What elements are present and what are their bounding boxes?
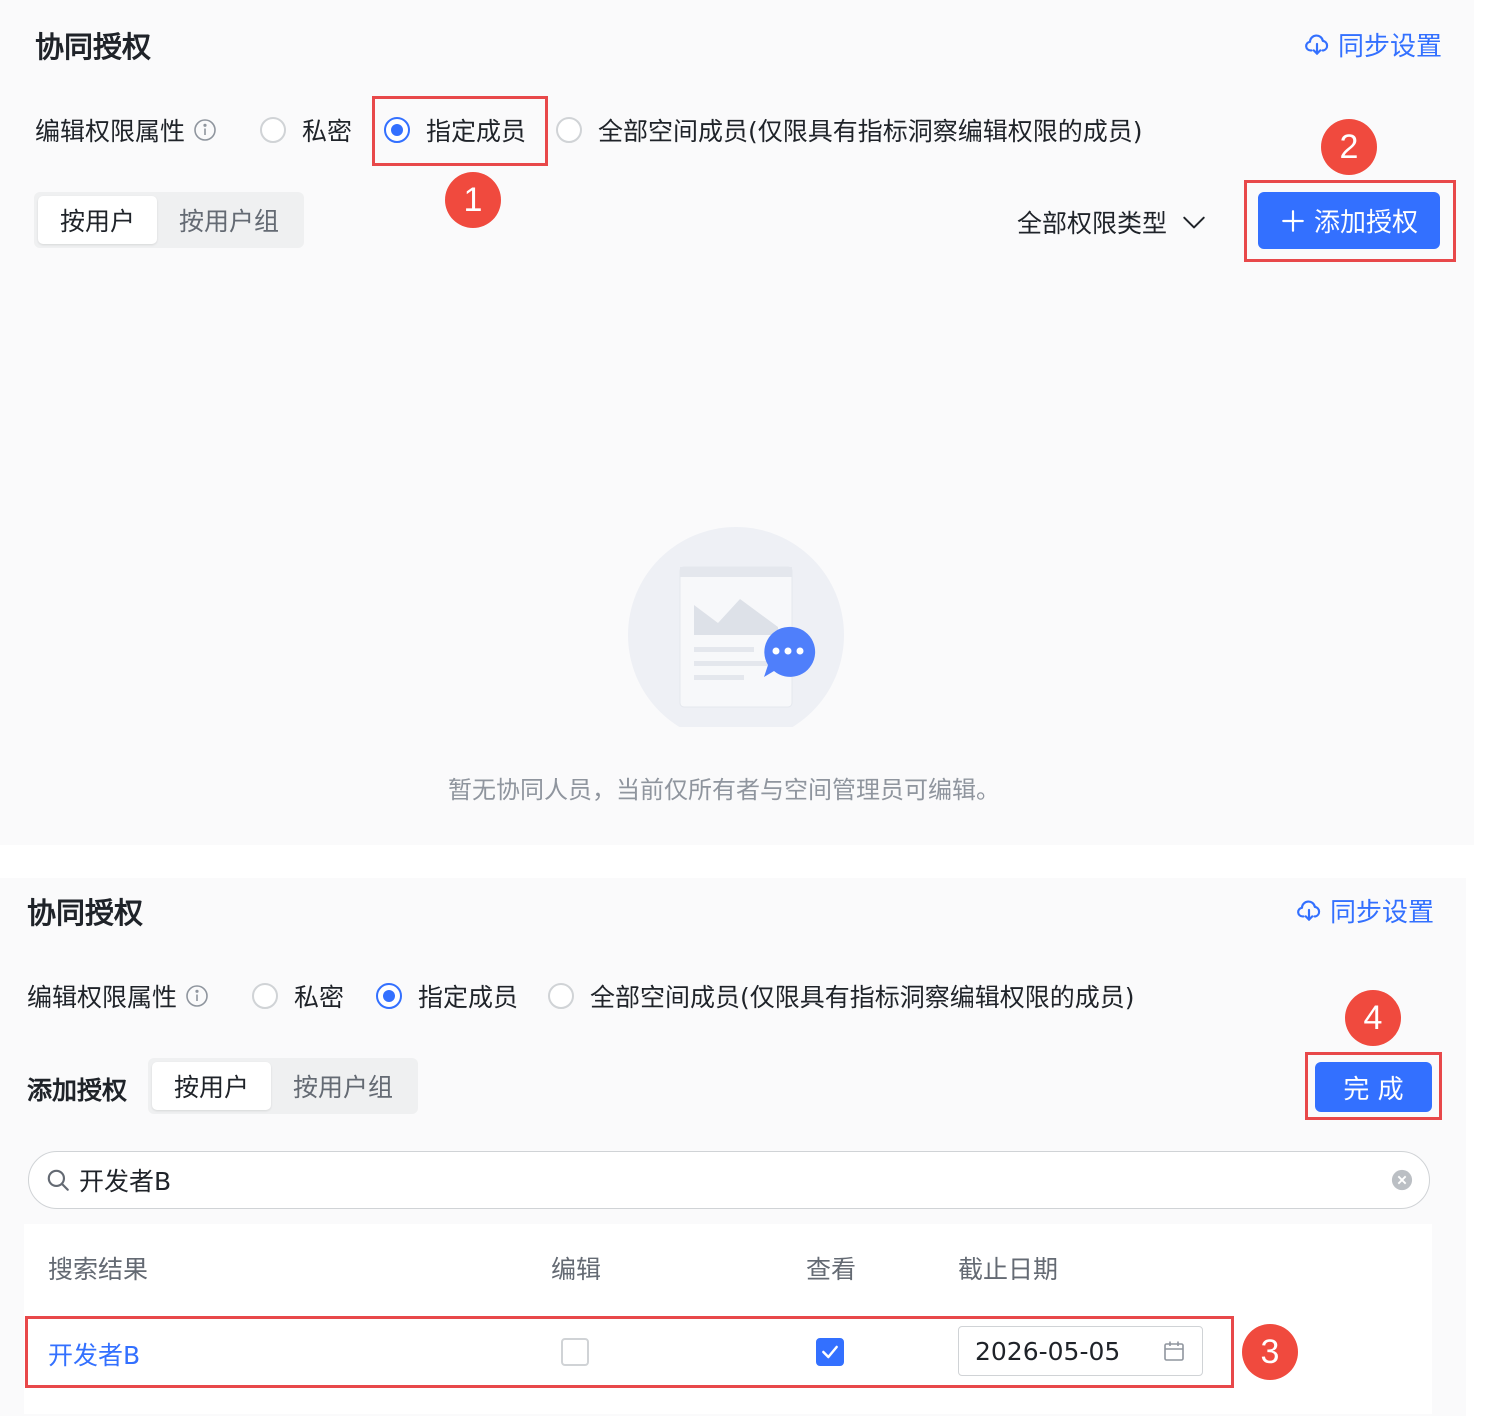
highlight-box-3	[25, 1316, 1234, 1388]
chevron-down-icon	[1183, 216, 1205, 229]
user-type-segment: 按用户 按用户组	[148, 1058, 418, 1114]
cloud-download-icon	[1305, 33, 1329, 55]
search-input[interactable]: 开发者B	[28, 1151, 1430, 1209]
step-badge-2: 2	[1321, 119, 1377, 175]
radio-private-circle[interactable]	[252, 983, 278, 1009]
radio-all-space-members-circle[interactable]	[556, 117, 582, 143]
radio-private-label: 私密	[294, 983, 345, 1012]
radio-private-circle[interactable]	[260, 117, 286, 143]
top-panel: 协同授权 同步设置 编辑权限属性 私密 指定成员 全部空间成员(仅限具有指标洞察…	[0, 0, 1474, 845]
page-title: 协同授权	[27, 896, 144, 930]
step-badge-1: 1	[445, 172, 501, 228]
radio-all-space-members[interactable]: 全部空间成员(仅限具有指标洞察编辑权限的成员)	[556, 112, 1143, 148]
radio-all-space-members[interactable]: 全部空间成员(仅限具有指标洞察编辑权限的成员)	[548, 978, 1135, 1014]
info-icon[interactable]	[193, 118, 217, 142]
radio-specified-members-circle[interactable]	[376, 983, 402, 1009]
empty-state-text: 暂无协同人员，当前仅所有者与空间管理员可编辑。	[448, 776, 1000, 804]
clear-icon[interactable]	[1391, 1169, 1413, 1191]
permission-type-dropdown[interactable]: 全部权限类型	[1017, 204, 1207, 240]
empty-state-illustration	[628, 527, 844, 727]
permission-label: 编辑权限属性	[35, 117, 186, 146]
column-header-result: 搜索结果	[48, 1255, 149, 1284]
search-icon	[47, 1169, 69, 1191]
radio-all-space-members-circle[interactable]	[548, 983, 574, 1009]
bottom-panel: 协同授权 同步设置 编辑权限属性 私密 指定成员 全部空间成员(仅限具有指标洞察…	[0, 878, 1466, 1416]
column-header-edit: 编辑	[551, 1255, 602, 1284]
tab-by-user-group[interactable]: 按用户组	[271, 1062, 415, 1110]
step-badge-3: 3	[1242, 1324, 1298, 1380]
radio-all-space-members-label: 全部空间成员(仅限具有指标洞察编辑权限的成员)	[598, 117, 1143, 146]
radio-private-label: 私密	[302, 117, 353, 146]
search-input-value[interactable]: 开发者B	[79, 1162, 1391, 1198]
tab-by-user-group[interactable]: 按用户组	[157, 196, 301, 244]
step-badge-4: 4	[1345, 990, 1401, 1046]
sync-settings-label: 同步设置	[1330, 898, 1435, 928]
user-type-segment: 按用户 按用户组	[34, 192, 304, 248]
highlight-box-1	[372, 96, 548, 166]
radio-all-space-members-label: 全部空间成员(仅限具有指标洞察编辑权限的成员)	[590, 983, 1135, 1012]
sync-settings-label: 同步设置	[1338, 32, 1443, 62]
sync-settings-link[interactable]: 同步设置	[1296, 892, 1434, 929]
page-title: 协同授权	[35, 30, 152, 64]
column-header-view: 查看	[806, 1255, 857, 1284]
radio-specified-members[interactable]: 指定成员	[376, 978, 518, 1014]
info-icon[interactable]	[185, 984, 209, 1008]
column-header-deadline: 截止日期	[958, 1255, 1059, 1284]
radio-private[interactable]: 私密	[260, 112, 352, 148]
radio-specified-members-label: 指定成员	[418, 983, 519, 1012]
highlight-box-4	[1305, 1052, 1442, 1120]
tab-by-user[interactable]: 按用户	[38, 196, 158, 244]
radio-private[interactable]: 私密	[252, 978, 344, 1014]
permission-label: 编辑权限属性	[27, 983, 178, 1012]
tab-by-user[interactable]: 按用户	[152, 1062, 272, 1110]
highlight-box-2	[1244, 180, 1456, 262]
add-authorization-label: 添加授权	[27, 1076, 128, 1105]
cloud-download-icon	[1297, 899, 1321, 921]
sync-settings-link[interactable]: 同步设置	[1304, 26, 1442, 63]
permission-type-label: 全部权限类型	[1017, 209, 1168, 238]
